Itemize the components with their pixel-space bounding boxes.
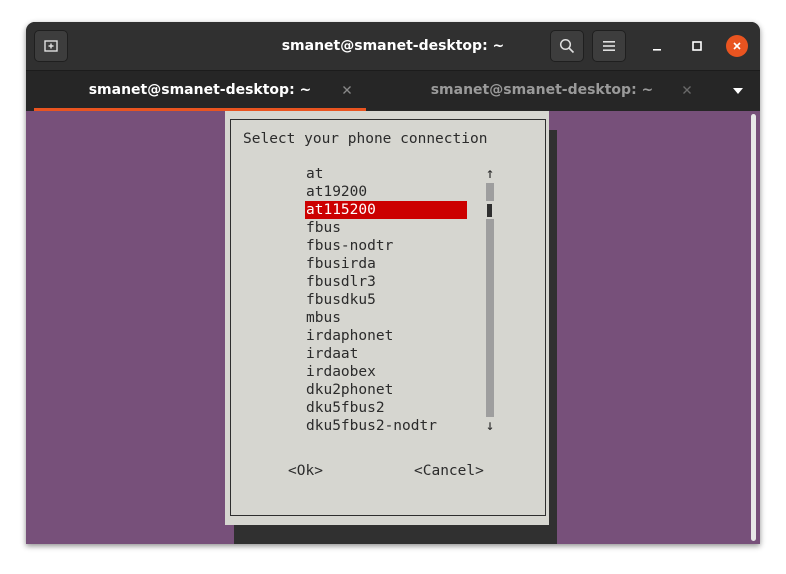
- option-item[interactable]: fbusirda: [305, 255, 376, 273]
- minimize-button[interactable]: [646, 35, 668, 57]
- tab-label: smanet@smanet-desktop: ~: [430, 82, 654, 98]
- option-item[interactable]: fbus: [305, 219, 341, 237]
- tab-close-button[interactable]: [679, 82, 695, 98]
- close-icon: [343, 86, 351, 94]
- option-item[interactable]: fbus-nodtr: [305, 237, 393, 255]
- cancel-button[interactable]: <Cancel>: [414, 462, 484, 480]
- minimize-icon: [653, 49, 661, 51]
- option-item[interactable]: irdaphonet: [305, 327, 393, 345]
- title-bar: smanet@smanet-desktop: ~: [26, 22, 760, 70]
- search-icon: [559, 38, 575, 54]
- option-item[interactable]: dku5fbus2-nodtr: [305, 417, 437, 435]
- close-button[interactable]: [726, 35, 748, 57]
- hamburger-menu-icon: [603, 41, 615, 51]
- option-item[interactable]: at: [305, 165, 323, 183]
- close-icon: [733, 42, 741, 50]
- phone-connection-dialog: Select your phone connection at at19200 …: [225, 111, 549, 525]
- terminal-scrollbar-thumb[interactable]: [751, 114, 756, 541]
- tab-close-button[interactable]: [339, 82, 355, 98]
- dialog-border: [230, 119, 546, 516]
- maximize-icon: [692, 41, 702, 51]
- maximize-button[interactable]: [686, 35, 708, 57]
- tab-bar: smanet@smanet-desktop: ~ smanet@smanet-d…: [26, 70, 760, 111]
- option-item-selected[interactable]: at115200: [305, 201, 467, 219]
- terminal-scrollbar[interactable]: [748, 111, 760, 544]
- tab-label: smanet@smanet-desktop: ~: [88, 82, 312, 98]
- scroll-up-arrow-icon[interactable]: ↑: [483, 165, 497, 183]
- list-scrollbar-thumb[interactable]: [487, 204, 492, 217]
- ok-button[interactable]: <Ok>: [288, 462, 323, 480]
- terminal-window: smanet@smanet-desktop: ~ smanet@smanet-d…: [26, 22, 760, 544]
- chevron-down-icon: [733, 88, 743, 94]
- option-item[interactable]: irdaobex: [305, 363, 376, 381]
- option-item[interactable]: fbusdlr3: [305, 273, 376, 291]
- tab-list-button[interactable]: [730, 83, 746, 99]
- close-icon: [683, 86, 691, 94]
- terminal-area[interactable]: Select your phone connection at at19200 …: [26, 111, 748, 544]
- option-item[interactable]: mbus: [305, 309, 341, 327]
- option-item[interactable]: dku5fbus2: [305, 399, 385, 417]
- menu-button[interactable]: [592, 30, 626, 62]
- tab-2[interactable]: smanet@smanet-desktop: ~: [376, 71, 708, 111]
- search-button[interactable]: [550, 30, 584, 62]
- option-item[interactable]: irdaat: [305, 345, 358, 363]
- tab-1[interactable]: smanet@smanet-desktop: ~: [34, 71, 366, 111]
- option-item[interactable]: dku2phonet: [305, 381, 393, 399]
- scroll-down-arrow-icon[interactable]: ↓: [483, 417, 497, 435]
- option-item[interactable]: at19200: [305, 183, 367, 201]
- option-item[interactable]: fbusdku5: [305, 291, 376, 309]
- new-tab-icon: [44, 40, 58, 52]
- new-tab-button[interactable]: [34, 30, 68, 62]
- dialog-prompt: Select your phone connection: [243, 131, 488, 147]
